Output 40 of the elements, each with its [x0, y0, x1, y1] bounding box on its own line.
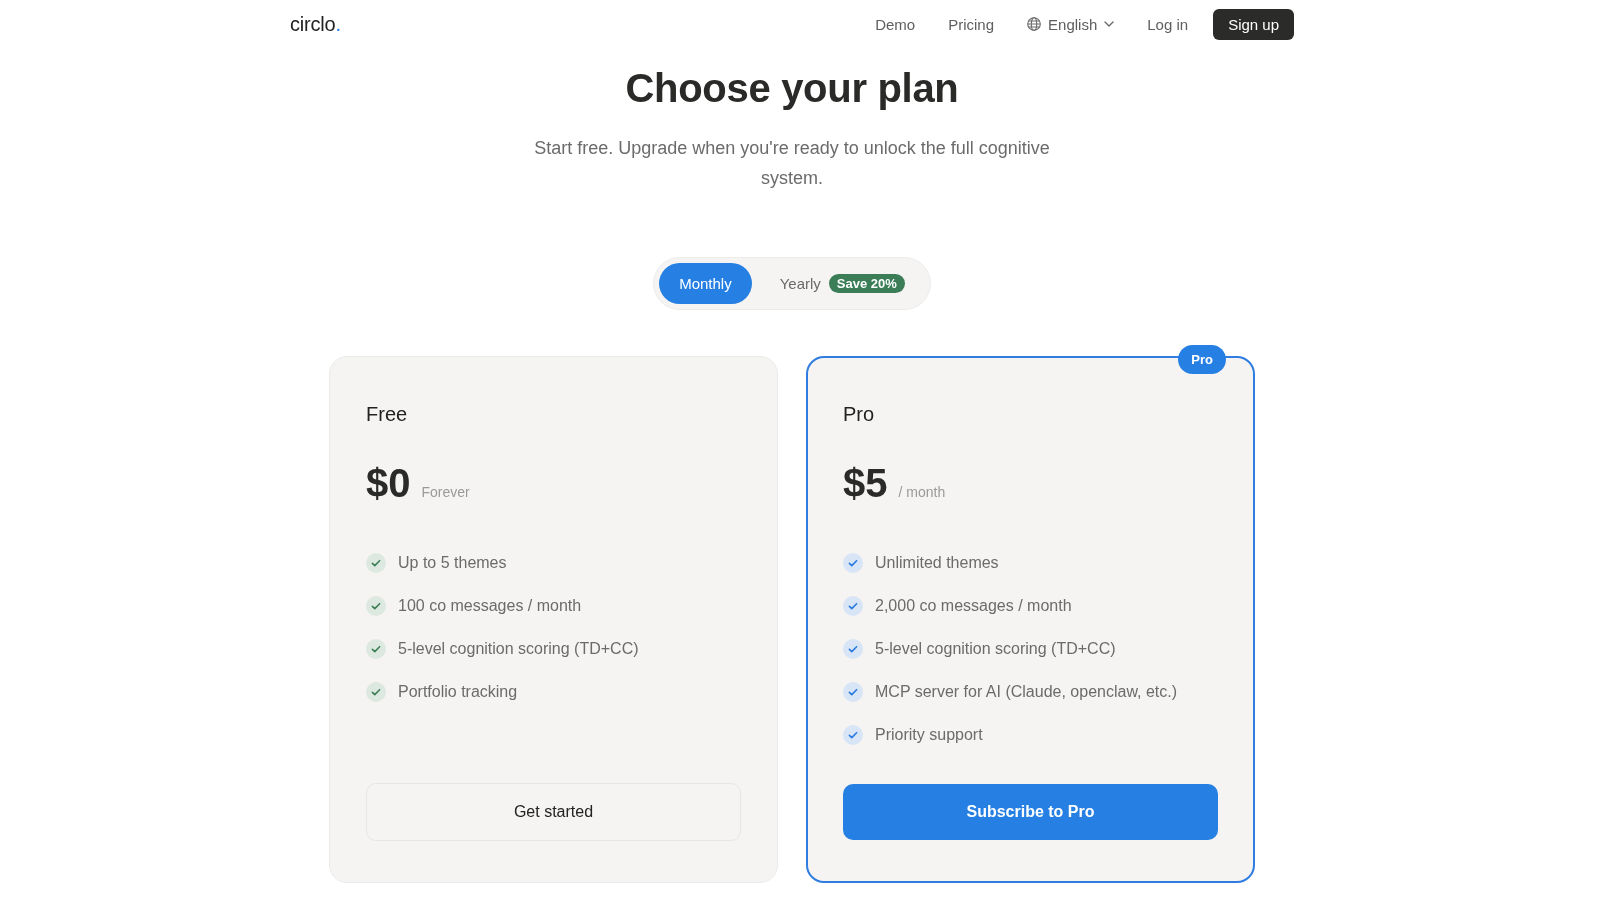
discount-badge: Save 20% [828, 274, 905, 293]
billing-option[interactable]: Yearly Save 20% [759, 263, 925, 304]
check-icon [843, 682, 863, 702]
feature-text: Unlimited themes [875, 554, 999, 572]
billing-option[interactable]: Monthly [659, 263, 752, 304]
feature-text: Priority support [875, 726, 983, 744]
plan-price: $0 [366, 460, 411, 507]
check-icon [843, 553, 863, 573]
check-icon [366, 682, 386, 702]
plan-name: Free [366, 402, 409, 426]
nav-link[interactable]: Pricing [948, 15, 995, 33]
check-icon [366, 596, 386, 616]
plan-name: Pro [843, 402, 876, 426]
nav-link[interactable]: Demo [875, 15, 916, 33]
page-title: Choose your plan [624, 65, 960, 112]
plan-button[interactable]: Subscribe to Pro [843, 784, 1218, 840]
check-icon [843, 725, 863, 745]
globe-icon [1027, 17, 1042, 31]
logo[interactable]: circlo. [290, 12, 341, 36]
check-icon [843, 596, 863, 616]
plan-button[interactable]: Get started [366, 783, 741, 841]
feature-text: 5-level cognition scoring (TD+CC) [398, 640, 639, 658]
page-subtitle: Start free. Upgrade when you're ready to unlock the full cognitive system. [533, 137, 1051, 190]
price-period: Forever [421, 484, 470, 500]
plan-badge: Pro [1178, 345, 1226, 374]
feature-text: 100 co messages / month [398, 597, 582, 615]
feature-text: 2,000 co messages / month [875, 597, 1072, 615]
language-select[interactable]: English [1027, 15, 1115, 33]
feature-text: Portfolio tracking [398, 683, 518, 701]
price-period: / month [898, 484, 946, 500]
chevron-down-icon [1104, 21, 1115, 27]
feature-text: 5-level cognition scoring (TD+CC) [875, 640, 1116, 658]
login-link[interactable]: Log in [1147, 15, 1189, 33]
check-icon [366, 639, 386, 659]
feature-text: MCP server for AI (Claude, openclaw, etc.) [875, 683, 1178, 701]
feature-text: Up to 5 themes [398, 554, 507, 572]
plan-price: $5 [843, 460, 888, 507]
signup-button[interactable]: Sign up [1213, 8, 1294, 40]
check-icon [843, 639, 863, 659]
check-icon [366, 553, 386, 573]
